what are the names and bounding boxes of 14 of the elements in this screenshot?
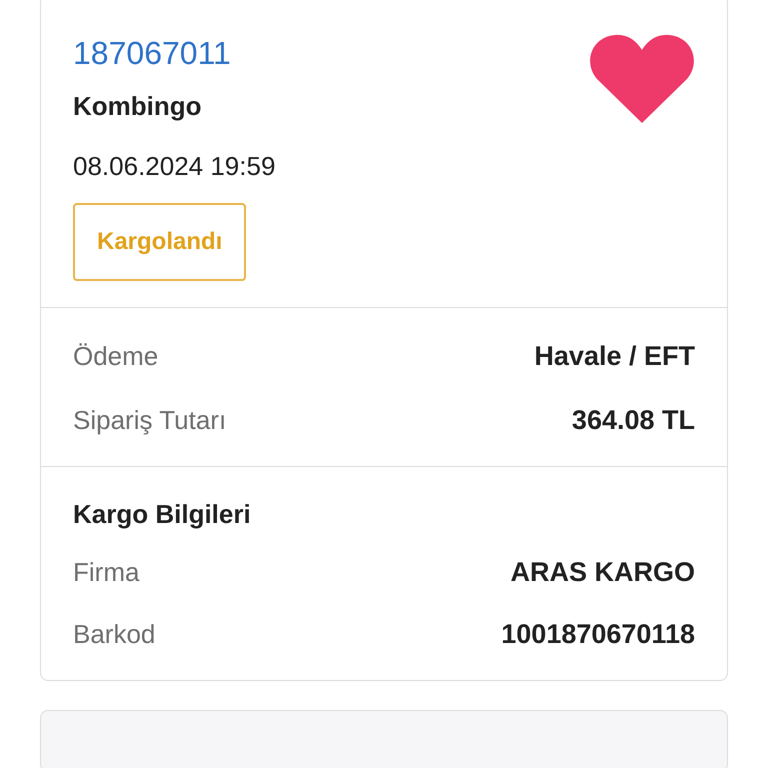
field-value: Havale / EFT: [534, 340, 695, 372]
field-value: ARAS KARGO: [510, 556, 695, 588]
field-value: 1001870670118: [501, 618, 695, 650]
field-label: Firma: [73, 556, 140, 588]
heart-icon[interactable]: [589, 33, 695, 125]
store-name: Kombingo: [73, 91, 202, 121]
status-badge: Kargolandı: [73, 203, 246, 281]
field-label: Sipariş Tutarı: [73, 404, 226, 436]
order-number[interactable]: 187067011: [73, 35, 231, 71]
field-label: Ödeme: [73, 340, 158, 372]
order-date: 08.06.2024 19:59: [73, 151, 276, 181]
section-title: Kargo Bilgileri: [73, 499, 252, 530]
field-label: Barkod: [73, 618, 156, 650]
field-value: 364.08 TL: [572, 404, 695, 436]
